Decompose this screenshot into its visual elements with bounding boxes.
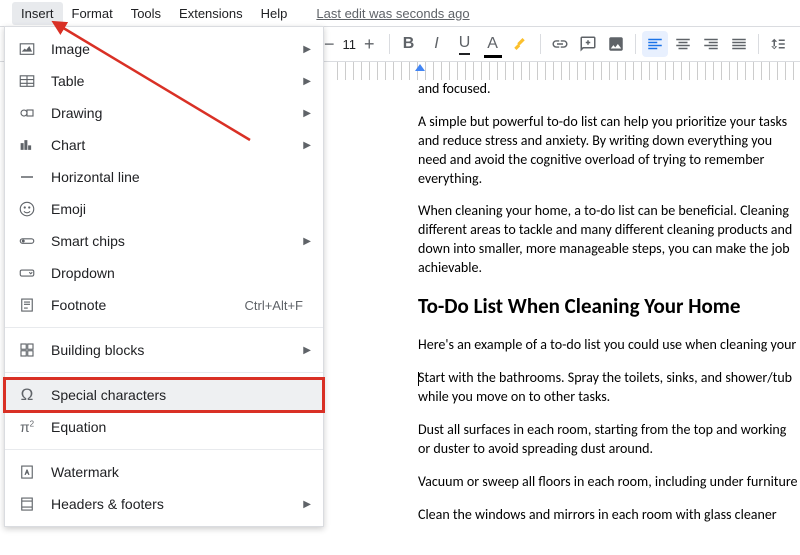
menu-item-drawing[interactable]: Drawing▶ [5, 97, 323, 129]
insert-link-button[interactable] [547, 31, 573, 57]
hline-icon [17, 167, 37, 187]
line-spacing-button[interactable] [765, 31, 791, 57]
toolbar-separator [758, 34, 759, 54]
menu-insert[interactable]: Insert [12, 2, 63, 25]
submenu-arrow-icon: ▶ [303, 345, 311, 356]
indent-marker[interactable] [415, 64, 425, 71]
doc-text: When cleaning your home, a to-do list ca… [418, 202, 800, 278]
watermark-icon: A [17, 462, 37, 482]
menu-divider [5, 372, 323, 373]
menu-item-label: Footnote [51, 297, 244, 313]
menu-item-label: Headers & footers [51, 496, 303, 512]
menu-extensions[interactable]: Extensions [170, 2, 252, 25]
image-icon [17, 39, 37, 59]
font-size-value[interactable]: 11 [343, 37, 357, 52]
submenu-arrow-icon: ▶ [303, 236, 311, 247]
submenu-arrow-icon: ▶ [303, 108, 311, 119]
chart-icon [17, 135, 37, 155]
menu-item-label: Dropdown [51, 265, 311, 281]
menu-item-footnote[interactable]: FootnoteCtrl+Alt+F [5, 289, 323, 321]
blocks-icon [17, 340, 37, 360]
submenu-arrow-icon: ▶ [303, 499, 311, 510]
bold-button[interactable]: B [396, 31, 422, 57]
menu-tools[interactable]: Tools [122, 2, 170, 25]
dropdownicon-icon [17, 263, 37, 283]
menu-item-label: Smart chips [51, 233, 303, 249]
menu-item-headers-footers[interactable]: Headers & footers▶ [5, 488, 323, 520]
menu-item-label: Table [51, 73, 303, 89]
menu-item-building-blocks[interactable]: Building blocks▶ [5, 334, 323, 366]
menu-item-label: Image [51, 41, 303, 57]
menu-item-horizontal-line[interactable]: Horizontal line [5, 161, 323, 193]
menu-item-smart-chips[interactable]: Smart chips▶ [5, 225, 323, 257]
svg-text:A: A [25, 470, 29, 476]
menu-item-watermark[interactable]: A Watermark [5, 456, 323, 488]
doc-text: Dust all surfaces in each room, starting… [418, 421, 800, 459]
doc-text: and focused. [418, 80, 800, 99]
menu-item-label: Watermark [51, 464, 311, 480]
insert-dropdown-menu: Image▶Table▶Drawing▶Chart▶Horizontal lin… [4, 26, 324, 527]
doc-text: A simple but powerful to-do list can hel… [418, 113, 800, 189]
doc-heading: To-Do List When Cleaning Your Home [418, 292, 800, 320]
highlight-button[interactable] [508, 31, 534, 57]
menu-item-label: Building blocks [51, 342, 303, 358]
align-left-button[interactable] [642, 31, 668, 57]
menu-item-label: Equation [51, 419, 311, 435]
font-size-increment[interactable]: + [360, 34, 379, 55]
menu-item-table[interactable]: Table▶ [5, 65, 323, 97]
menu-divider [5, 327, 323, 328]
submenu-arrow-icon: ▶ [303, 44, 311, 55]
menu-item-label: Chart [51, 137, 303, 153]
toolbar-separator [389, 34, 390, 54]
menu-item-special-characters[interactable]: Ω Special characters [5, 379, 323, 411]
submenu-arrow-icon: ▶ [303, 76, 311, 87]
menu-item-emoji[interactable]: Emoji [5, 193, 323, 225]
menu-item-label: Drawing [51, 105, 303, 121]
last-edit-link[interactable]: Last edit was seconds ago [316, 6, 469, 21]
toolbar-separator [540, 34, 541, 54]
chips-icon [17, 231, 37, 251]
text-color-button[interactable]: A [480, 31, 506, 57]
menu-help[interactable]: Help [252, 2, 297, 25]
menu-item-dropdown[interactable]: Dropdown [5, 257, 323, 289]
doc-text: Clean the windows and mirrors in each ro… [418, 506, 800, 525]
menu-item-label: Special characters [51, 387, 311, 403]
menu-item-image[interactable]: Image▶ [5, 33, 323, 65]
submenu-arrow-icon: ▶ [303, 140, 311, 151]
align-justify-button[interactable] [726, 31, 752, 57]
doc-text: Vacuum or sweep all floors in each room,… [418, 473, 800, 492]
menu-item-equation[interactable]: π2 Equation [5, 411, 323, 443]
table-icon [17, 71, 37, 91]
align-center-button[interactable] [670, 31, 696, 57]
menubar: Insert Format Tools Extensions Help Last… [0, 0, 800, 26]
emoji-icon [17, 199, 37, 219]
drawing-icon [17, 103, 37, 123]
menu-shortcut: Ctrl+Alt+F [244, 298, 303, 313]
add-comment-button[interactable] [575, 31, 601, 57]
omega-icon: Ω [17, 385, 37, 405]
doc-text: Here's an example of a to-do list you co… [418, 336, 800, 355]
menu-item-chart[interactable]: Chart▶ [5, 129, 323, 161]
doc-text: Start with the bathrooms. Spray the toil… [418, 369, 800, 407]
menu-divider [5, 449, 323, 450]
menu-item-label: Emoji [51, 201, 311, 217]
pi-icon: π2 [17, 417, 37, 437]
document-body[interactable]: and focused. A simple but powerful to-do… [418, 80, 800, 555]
insert-image-button[interactable] [603, 31, 629, 57]
footnote-icon [17, 295, 37, 315]
toolbar-separator [635, 34, 636, 54]
underline-button[interactable]: U [452, 31, 478, 57]
align-right-button[interactable] [698, 31, 724, 57]
italic-button[interactable]: I [424, 31, 450, 57]
headers-icon [17, 494, 37, 514]
ruler [330, 62, 800, 80]
menu-item-label: Horizontal line [51, 169, 311, 185]
menu-format[interactable]: Format [63, 2, 122, 25]
